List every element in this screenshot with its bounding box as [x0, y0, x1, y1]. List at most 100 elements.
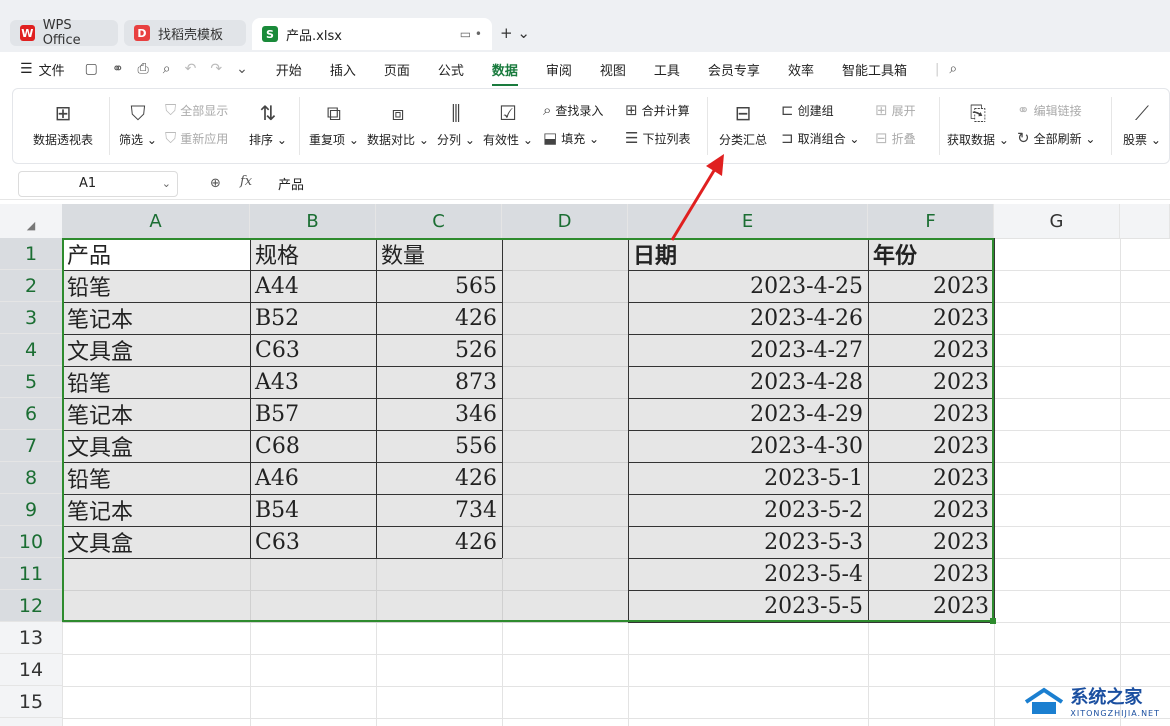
column-header-f[interactable]: F	[868, 204, 994, 238]
date-cell[interactable]: 2023-5-2	[628, 494, 868, 526]
year-cell[interactable]: 2023	[868, 590, 994, 622]
menu-member[interactable]: 会员专享	[708, 60, 760, 79]
share-icon[interactable]: ⚭	[112, 61, 124, 77]
product-cell[interactable]: 铅笔	[62, 462, 250, 494]
menu-review[interactable]: 审阅	[546, 60, 572, 79]
menu-tools[interactable]: 工具	[654, 60, 680, 79]
hamburger-icon[interactable]: ☰	[20, 61, 33, 77]
spec-cell[interactable]: C63	[250, 526, 376, 558]
data-compare-button[interactable]: ⧈ 数据对比 ⌄	[367, 101, 429, 148]
spec-cell[interactable]: C68	[250, 430, 376, 462]
menu-home[interactable]: 开始	[276, 60, 302, 79]
year-cell[interactable]: 2023	[868, 430, 994, 462]
reapply-button[interactable]: ⛉ 重新应用	[165, 129, 228, 147]
row-header-7[interactable]: 7	[0, 430, 62, 462]
year-cell[interactable]: 2023	[868, 270, 994, 302]
year-cell[interactable]: 2023	[868, 302, 994, 334]
quantity-cell[interactable]: 556	[376, 430, 502, 462]
year-cell[interactable]: 2023	[868, 494, 994, 526]
filter-button[interactable]: ⛉ 筛选 ⌄	[119, 101, 157, 148]
undo-icon[interactable]: ↶	[185, 61, 197, 77]
split-column-button[interactable]: ⫼ 分列 ⌄	[437, 101, 475, 148]
row-header-4[interactable]: 4	[0, 334, 62, 366]
search-icon[interactable]: ⌕	[949, 61, 957, 77]
row-header-9[interactable]: 9	[0, 494, 62, 526]
quantity-cell[interactable]: 426	[376, 462, 502, 494]
tab-window-icon[interactable]: ▭ •	[460, 27, 482, 41]
date-cell[interactable]: 2023-4-27	[628, 334, 868, 366]
product-cell[interactable]: 文具盒	[62, 334, 250, 366]
spec-cell[interactable]: A46	[250, 462, 376, 494]
collapse-button[interactable]: ⊟ 折叠	[875, 129, 916, 147]
date-cell[interactable]: 2023-4-30	[628, 430, 868, 462]
print-icon[interactable]: ⎙	[138, 61, 149, 77]
formula-input[interactable]: 产品	[278, 174, 304, 193]
header-cell[interactable]: 数量	[376, 238, 502, 270]
quantity-cell[interactable]: 346	[376, 398, 502, 430]
refresh-all-button[interactable]: ↻ 全部刷新 ⌄	[1017, 129, 1095, 147]
quantity-cell[interactable]: 565	[376, 270, 502, 302]
sort-button[interactable]: ⇅ 排序 ⌄	[249, 101, 287, 148]
spec-cell[interactable]: A43	[250, 366, 376, 398]
print-preview-icon[interactable]: ⌕	[163, 61, 171, 77]
quantity-cell[interactable]: 526	[376, 334, 502, 366]
row-header-10[interactable]: 10	[0, 526, 62, 558]
menu-efficiency[interactable]: 效率	[788, 60, 814, 79]
row-header-5[interactable]: 5	[0, 366, 62, 398]
new-tab-button[interactable]: + ⌄	[500, 24, 530, 42]
date-cell[interactable]: 2023-4-29	[628, 398, 868, 430]
create-group-button[interactable]: ⊏ 创建组	[781, 101, 834, 119]
menu-smart-toolbox[interactable]: 智能工具箱	[842, 60, 907, 79]
get-data-button[interactable]: ⎘ 获取数据 ⌄	[947, 101, 1009, 148]
dropdown-list-button[interactable]: ☰ 下拉列表	[625, 129, 690, 147]
ungroup-button[interactable]: ⊐ 取消组合 ⌄	[781, 129, 859, 147]
spec-cell[interactable]: C63	[250, 334, 376, 366]
quantity-cell[interactable]: 734	[376, 494, 502, 526]
date-cell[interactable]: 2023-4-25	[628, 270, 868, 302]
header-cell[interactable]: 产品	[62, 238, 250, 270]
menu-data[interactable]: 数据	[491, 60, 518, 86]
row-header-6[interactable]: 6	[0, 398, 62, 430]
spec-cell[interactable]: B57	[250, 398, 376, 430]
chevron-down-icon[interactable]: ⌄	[162, 172, 171, 196]
year-cell[interactable]: 2023	[868, 462, 994, 494]
edit-links-button[interactable]: ⚭ 编辑链接	[1017, 101, 1082, 119]
date-cell[interactable]: 2023-5-4	[628, 558, 868, 590]
row-header-15[interactable]: 15	[0, 686, 62, 718]
year-cell[interactable]: 2023	[868, 526, 994, 558]
row-header-13[interactable]: 13	[0, 622, 62, 654]
date-cell[interactable]: 2023-5-3	[628, 526, 868, 558]
chevron-down-icon[interactable]: ⌄	[236, 61, 248, 77]
zoom-formula-icon[interactable]: ⊕	[210, 176, 221, 191]
row-header-1[interactable]: 1	[0, 238, 62, 270]
spec-cell[interactable]: B52	[250, 302, 376, 334]
tab-docer-templates[interactable]: D 找稻壳模板	[124, 20, 246, 46]
select-all-corner[interactable]: ◢	[0, 204, 62, 238]
name-box[interactable]: A1 ⌄	[18, 171, 178, 197]
product-cell[interactable]: 铅笔	[62, 366, 250, 398]
year-cell[interactable]: 2023	[868, 558, 994, 590]
menu-insert[interactable]: 插入	[330, 60, 356, 79]
quantity-cell[interactable]: 873	[376, 366, 502, 398]
tab-current-file[interactable]: S 产品.xlsx ▭ •	[252, 18, 492, 50]
date-cell[interactable]: 2023-5-5	[628, 590, 868, 622]
row-header-16[interactable]: 16	[0, 718, 62, 726]
duplicates-button[interactable]: ⧉ 重复项 ⌄	[309, 101, 359, 148]
tab-wps-office[interactable]: W WPS Office	[10, 18, 118, 48]
lookup-entry-button[interactable]: ⌕ 查找录入	[543, 101, 603, 119]
column-header-c[interactable]: C	[376, 204, 502, 238]
column-header-g[interactable]: G	[994, 204, 1120, 238]
menu-formula[interactable]: 公式	[438, 60, 464, 79]
column-header-a[interactable]: A	[62, 204, 250, 238]
pivot-table-button[interactable]: ⊞ 数据透视表	[33, 101, 93, 148]
row-header-8[interactable]: 8	[0, 462, 62, 494]
row-header-11[interactable]: 11	[0, 558, 62, 590]
column-header-d[interactable]: D	[502, 204, 628, 238]
row-header-14[interactable]: 14	[0, 654, 62, 686]
year-cell[interactable]: 2023	[868, 398, 994, 430]
date-cell[interactable]: 2023-5-1	[628, 462, 868, 494]
date-cell[interactable]: 2023-4-28	[628, 366, 868, 398]
fill-button[interactable]: ⬓ 填充 ⌄	[543, 129, 599, 147]
product-cell[interactable]: 文具盒	[62, 526, 250, 558]
menu-page[interactable]: 页面	[384, 60, 410, 79]
